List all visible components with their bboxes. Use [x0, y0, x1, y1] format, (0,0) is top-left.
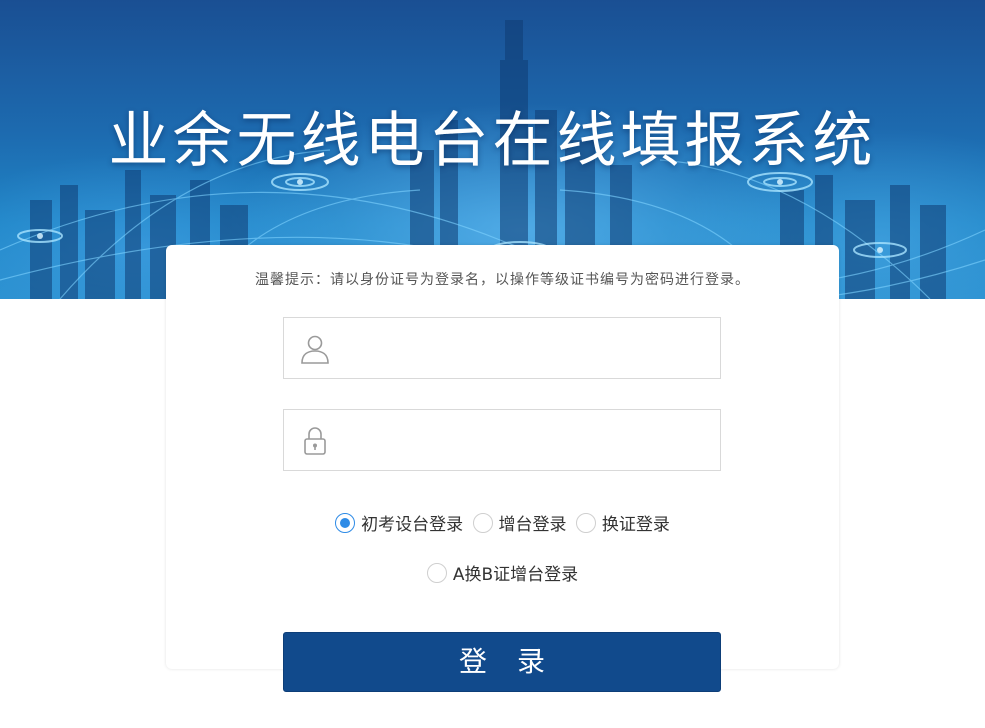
login-type-group: 初考设台登录 增台登录 换证登录 — [166, 510, 839, 538]
radio-button[interactable] — [575, 512, 596, 533]
radio-label: A换B证增台登录 — [452, 565, 579, 585]
radio-button[interactable] — [426, 562, 447, 583]
radio-label: 初考设台登录 — [361, 515, 464, 535]
username-field[interactable] — [283, 317, 721, 379]
lock-icon — [304, 427, 326, 455]
login-type-group-second-row: A换B证增台登录 — [166, 560, 839, 588]
radio-button[interactable] — [335, 512, 356, 533]
password-input[interactable] — [344, 422, 704, 460]
radio-button[interactable] — [472, 512, 493, 533]
username-input[interactable] — [344, 330, 704, 368]
radio-label: 换证登录 — [601, 515, 670, 535]
login-button[interactable]: 登录 — [283, 632, 721, 692]
radio-initial-setup-login[interactable]: 初考设台登录 — [335, 510, 463, 535]
radio-label: 增台登录 — [498, 515, 567, 535]
password-field[interactable] — [283, 409, 721, 471]
radio-a-to-b-add-station-login[interactable]: A换B证增台登录 — [426, 560, 579, 585]
login-panel: 温馨提示：请以身份证号为登录名，以操作等级证书编号为密码进行登录。 初考设台登录… — [166, 245, 839, 669]
login-notice: 温馨提示：请以身份证号为登录名，以操作等级证书编号为密码进行登录。 — [255, 272, 750, 288]
user-icon — [301, 335, 329, 364]
radio-add-station-login[interactable]: 增台登录 — [472, 510, 567, 535]
page-title: 业余无线电台在线填报系统 — [108, 106, 877, 176]
radio-renew-license-login[interactable]: 换证登录 — [575, 510, 670, 535]
